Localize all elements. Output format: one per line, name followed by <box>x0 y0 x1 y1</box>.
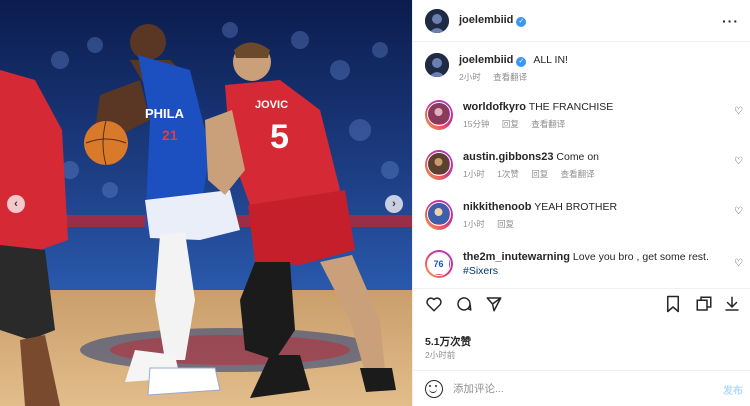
author-username-row[interactable]: joelembiid ✓ <box>459 14 527 27</box>
post-side-panel: joelembiid ✓ ··· joelembiid ✓ ALL IN! 2小时 … <box>412 0 750 406</box>
hashtag-link[interactable]: #Sixers <box>463 265 498 277</box>
previous-photo-button[interactable]: ‹ <box>7 195 25 213</box>
comment-like-heart-icon[interactable]: ♡ <box>734 258 743 269</box>
comment-input[interactable] <box>453 382 683 395</box>
comment-like-heart-icon[interactable]: ♡ <box>734 206 743 217</box>
post-comment-button[interactable]: 发布 <box>723 382 743 397</box>
reply-button[interactable]: 回复 <box>531 169 548 179</box>
add-comment-bar: 发布 <box>413 370 750 406</box>
comment-time: 1小时 <box>463 169 485 179</box>
jersey-right-name: JOVIC <box>255 99 288 111</box>
chevron-right-icon: › <box>392 198 396 210</box>
reply-button[interactable]: 回复 <box>502 119 519 129</box>
author-username[interactable]: joelembiid <box>459 14 513 26</box>
comment-like-heart-icon[interactable]: ♡ <box>734 106 743 117</box>
comment-likes[interactable]: 1次赞 <box>497 169 519 179</box>
next-photo-button[interactable]: › <box>385 195 403 213</box>
likes-count[interactable]: 5.1万次赞 <box>425 334 471 349</box>
caption-avatar[interactable] <box>425 53 449 77</box>
more-icon[interactable]: ··· <box>722 13 739 29</box>
download-icon[interactable] <box>723 295 741 313</box>
post-actions <box>413 288 750 318</box>
bookmark-icon[interactable] <box>665 295 681 313</box>
list-item: 76 the2m_inutewarning Love you bro , get… <box>425 250 750 278</box>
author-avatar[interactable] <box>425 8 449 33</box>
comment-avatar[interactable] <box>425 100 453 130</box>
comment-username[interactable]: nikkithenoob <box>463 201 531 213</box>
comment-time: 1小时 <box>463 219 485 229</box>
caption-translate-link[interactable]: 查看翻译 <box>493 72 527 82</box>
comment-avatar[interactable] <box>425 200 453 230</box>
share-icon[interactable] <box>485 295 503 313</box>
comment-text: Love you bro , get some rest. <box>572 251 709 263</box>
post-time: 2小时前 <box>425 350 456 360</box>
post-header: joelembiid ✓ ··· <box>413 0 750 42</box>
caption-text: ALL IN! <box>533 54 568 66</box>
comment-text: THE FRANCHISE <box>528 101 614 113</box>
list-item: austin.gibbons23 Come on 1小时 1次赞 回复 查看翻译… <box>425 150 750 180</box>
comment-username[interactable]: worldofkyro <box>463 101 526 113</box>
verified-badge-icon: ✓ <box>516 17 527 27</box>
comment-username[interactable]: the2m_inutewarning <box>463 251 570 263</box>
heart-icon[interactable] <box>425 295 443 313</box>
reply-button[interactable]: 回复 <box>497 219 514 229</box>
comment-text: Come on <box>556 151 599 163</box>
comment-text: YEAH BROTHER <box>534 201 618 213</box>
comment-icon[interactable] <box>455 295 473 313</box>
translate-link[interactable]: 查看翻译 <box>531 119 565 129</box>
verified-badge-icon: ✓ <box>516 57 527 67</box>
comment-avatar[interactable] <box>425 150 453 180</box>
caption-username[interactable]: joelembiid <box>459 54 513 66</box>
jersey-left-number: 21 <box>162 127 178 143</box>
comment-username[interactable]: austin.gibbons23 <box>463 151 553 163</box>
svg-text:76: 76 <box>433 259 443 269</box>
chevron-left-icon: ‹ <box>14 198 18 210</box>
instagram-post-view: PHILA 21 JOVIC 5 ‹ › joelembiid ✓ ··· jo… <box>0 0 750 406</box>
comment-like-heart-icon[interactable]: ♡ <box>734 156 743 167</box>
list-item: worldofkyro THE FRANCHISE 15分钟 回复 查看翻译 ♡ <box>425 100 750 130</box>
jersey-right-number: 5 <box>270 118 289 156</box>
comment-time: 15分钟 <box>463 119 490 129</box>
comment-avatar[interactable]: 76 <box>425 250 453 278</box>
list-item: nikkithenoob YEAH BROTHER 1小时 回复 ♡ <box>425 200 750 230</box>
translate-link[interactable]: 查看翻译 <box>561 169 595 179</box>
emoji-icon[interactable] <box>425 379 443 398</box>
copy-icon[interactable] <box>695 295 713 313</box>
caption-time: 2小时 <box>459 72 481 82</box>
post-caption: joelembiid ✓ ALL IN! 2小时 查看翻译 <box>425 53 750 83</box>
photo-illustration: PHILA 21 JOVIC 5 <box>0 0 412 406</box>
jersey-left-text: PHILA <box>145 106 185 121</box>
post-photo[interactable]: PHILA 21 JOVIC 5 ‹ › <box>0 0 412 406</box>
